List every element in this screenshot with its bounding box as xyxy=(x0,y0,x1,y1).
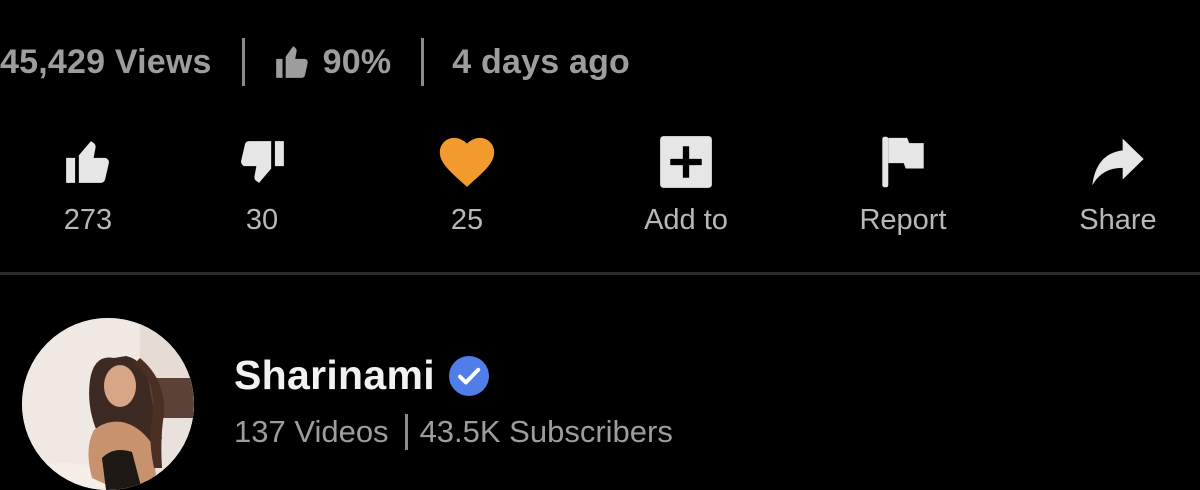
thumbs-up-icon xyxy=(66,141,109,183)
dislike-button[interactable]: 30 xyxy=(187,128,337,248)
report-button[interactable]: Report xyxy=(828,128,978,248)
meta-divider xyxy=(404,414,408,450)
share-label: Share xyxy=(1079,204,1157,236)
video-count: 137 Videos xyxy=(234,414,389,449)
channel-title[interactable]: Sharinami xyxy=(234,352,489,399)
favorite-count: 25 xyxy=(450,204,484,236)
channel-meta: 137 Videos 43.5K Subscribers xyxy=(234,410,673,454)
report-label: Report xyxy=(859,204,947,236)
rating: 90% xyxy=(273,43,392,82)
share-button[interactable]: Share xyxy=(1043,128,1193,248)
channel-name[interactable]: Sharinami xyxy=(234,352,435,399)
share-arrow-icon xyxy=(1092,138,1144,186)
like-count: 273 xyxy=(63,204,113,236)
section-divider xyxy=(0,272,1200,275)
thumbs-down-icon xyxy=(241,141,284,183)
plus-square-icon xyxy=(660,136,712,188)
subscriber-count: 43.5K Subscribers xyxy=(419,414,673,449)
video-stats-bar: 45,429 Views 90% 4 days ago xyxy=(0,34,630,90)
favorite-button[interactable]: 25 xyxy=(392,128,542,248)
thumbs-up-icon xyxy=(275,46,308,78)
dislike-count: 30 xyxy=(245,204,279,236)
channel-avatar[interactable] xyxy=(22,318,194,490)
stats-divider xyxy=(241,38,245,86)
avatar-image xyxy=(22,318,194,490)
add-to-button[interactable]: Add to xyxy=(611,128,761,248)
add-to-label: Add to xyxy=(644,204,728,236)
view-count: 45,429 Views xyxy=(0,42,212,81)
rating-percent: 90% xyxy=(322,42,392,81)
like-button[interactable]: 273 xyxy=(13,128,163,248)
upload-age: 4 days ago xyxy=(452,42,631,81)
heart-icon xyxy=(439,137,495,187)
stats-divider xyxy=(421,38,425,86)
video-actions: 273 30 25 Add to Report Share xyxy=(0,128,1200,248)
verified-badge-icon xyxy=(448,355,489,396)
flag-icon xyxy=(882,136,924,188)
